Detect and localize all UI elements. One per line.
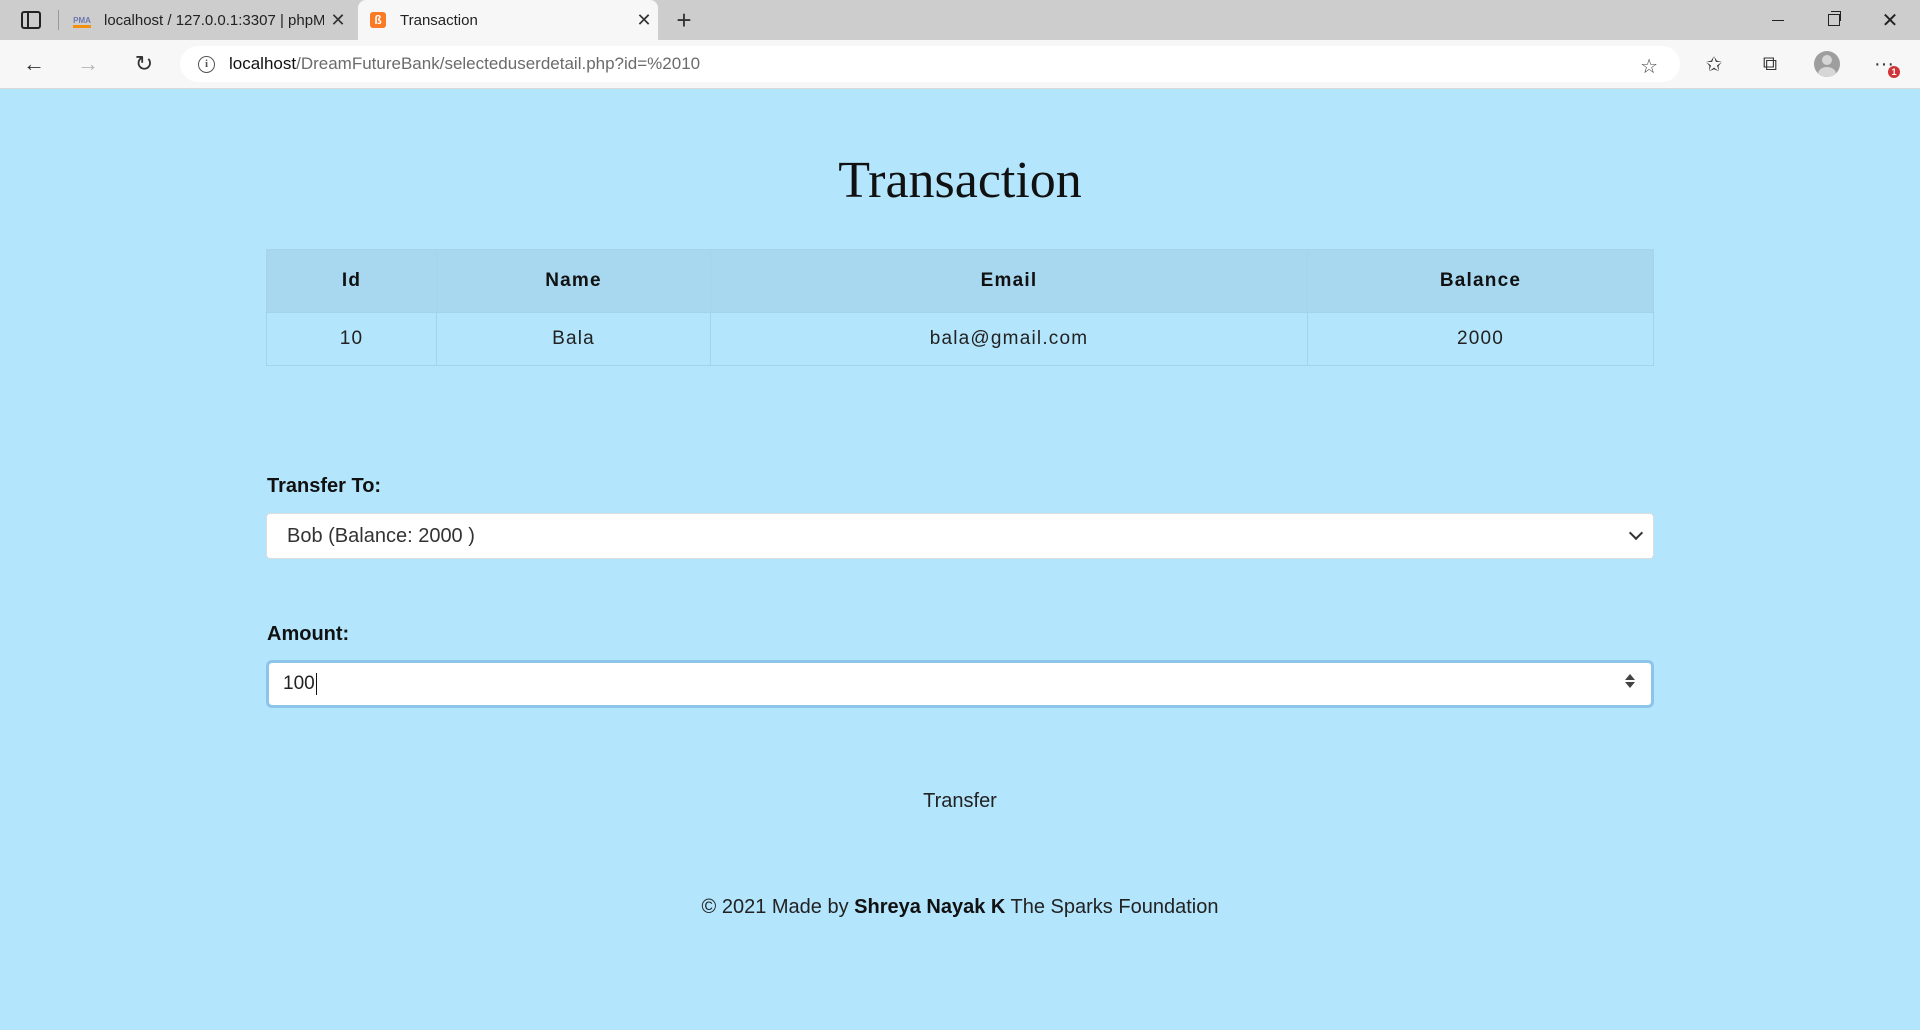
browser-toolbar: ← → ↻ i localhost/DreamFutureBank/select… xyxy=(0,40,1920,89)
close-window-button[interactable]: ✕ xyxy=(1862,0,1918,40)
close-tab-icon[interactable]: ✕ xyxy=(630,10,658,31)
add-favorite-icon[interactable]: ☆ xyxy=(1640,54,1658,79)
selected-recipient: Bob (Balance: 2000 ) xyxy=(287,524,475,547)
url-host: localhost xyxy=(229,54,297,73)
favorites-icon: ✩ xyxy=(1705,53,1723,76)
browser-tab-bar: PMA localhost / 127.0.0.1:3307 | phpM ✕ … xyxy=(0,0,1920,40)
footer-prefix: © 2021 Made by xyxy=(701,896,855,918)
column-header-balance: Balance xyxy=(1307,249,1654,313)
amount-label: Amount: xyxy=(267,623,350,645)
tab-title: Transaction xyxy=(400,11,478,29)
amount-input[interactable]: 100 xyxy=(266,660,1654,708)
text-caret xyxy=(315,673,317,695)
page-title: Transaction xyxy=(838,152,1082,209)
footer: © 2021 Made by Shreya Nayak K The Sparks… xyxy=(0,896,1920,919)
arrow-left-icon: ← xyxy=(23,51,45,76)
avatar xyxy=(1814,51,1840,77)
refresh-icon: ↻ xyxy=(134,51,154,76)
cell-name: Bala xyxy=(436,312,711,366)
tab-divider xyxy=(58,10,59,30)
column-header-name: Name xyxy=(436,249,711,313)
tab-title: localhost / 127.0.0.1:3307 | phpM xyxy=(104,11,324,29)
footer-author: Shreya Nayak K xyxy=(854,896,1006,918)
table-row: 10 Bala bala@gmail.com 2000 xyxy=(266,312,1654,366)
notification-badge: 1 xyxy=(1888,66,1900,78)
transfer-to-select[interactable]: Bob (Balance: 2000 ) xyxy=(266,513,1654,559)
footer-suffix: The Sparks Foundation xyxy=(1005,896,1219,918)
close-icon: ✕ xyxy=(1881,9,1899,32)
tab-phpmyadmin[interactable]: PMA localhost / 127.0.0.1:3307 | phpM ✕ xyxy=(62,0,352,40)
spin-down-icon[interactable] xyxy=(1625,682,1635,688)
arrow-right-icon: → xyxy=(77,51,99,76)
refresh-button[interactable]: ↻ xyxy=(126,48,162,80)
collections-button[interactable]: ⧉ xyxy=(1752,48,1788,80)
vertical-tabs-icon xyxy=(21,11,41,29)
url-path: /DreamFutureBank/selecteduserdetail.php?… xyxy=(296,54,701,73)
spin-up-icon[interactable] xyxy=(1625,674,1635,680)
favorites-button[interactable]: ✩ xyxy=(1696,48,1732,80)
chevron-down-icon xyxy=(1628,525,1644,541)
cell-balance: 2000 xyxy=(1307,312,1654,366)
table-header-row: Id Name Email Balance xyxy=(266,249,1654,313)
column-header-id: Id xyxy=(266,249,437,313)
transfer-button[interactable]: Transfer xyxy=(880,783,1040,817)
tab-actions-button[interactable] xyxy=(14,8,48,32)
minimize-icon xyxy=(1772,19,1784,21)
cell-id: 10 xyxy=(266,312,437,366)
site-info-icon[interactable]: i xyxy=(198,55,215,73)
new-tab-button[interactable]: + xyxy=(668,4,700,36)
profile-button[interactable] xyxy=(1809,48,1845,80)
xampp-icon: ß xyxy=(368,12,388,28)
address-bar[interactable]: i localhost/DreamFutureBank/selecteduser… xyxy=(180,46,1680,82)
back-button[interactable]: ← xyxy=(16,48,52,80)
close-tab-icon[interactable]: ✕ xyxy=(324,10,352,31)
settings-more-button[interactable]: ··· 1 xyxy=(1866,48,1902,80)
restore-icon xyxy=(1828,11,1841,26)
minimize-button[interactable] xyxy=(1750,0,1806,40)
page-content: Transaction Id Name Email Balance 10 Bal… xyxy=(0,89,1920,1030)
user-table: Id Name Email Balance 10 Bala bala@gmail… xyxy=(266,249,1654,366)
amount-value: 100 xyxy=(283,673,315,694)
transfer-to-label: Transfer To: xyxy=(267,475,382,497)
restore-button[interactable] xyxy=(1806,0,1862,40)
number-spinner-icon[interactable] xyxy=(1625,674,1635,688)
column-header-email: Email xyxy=(710,249,1308,313)
tab-transaction[interactable]: ß Transaction ✕ xyxy=(358,0,658,40)
phpmyadmin-icon: PMA xyxy=(72,12,92,28)
forward-button[interactable]: → xyxy=(70,48,106,80)
collections-icon: ⧉ xyxy=(1762,52,1778,75)
cell-email: bala@gmail.com xyxy=(710,312,1308,366)
